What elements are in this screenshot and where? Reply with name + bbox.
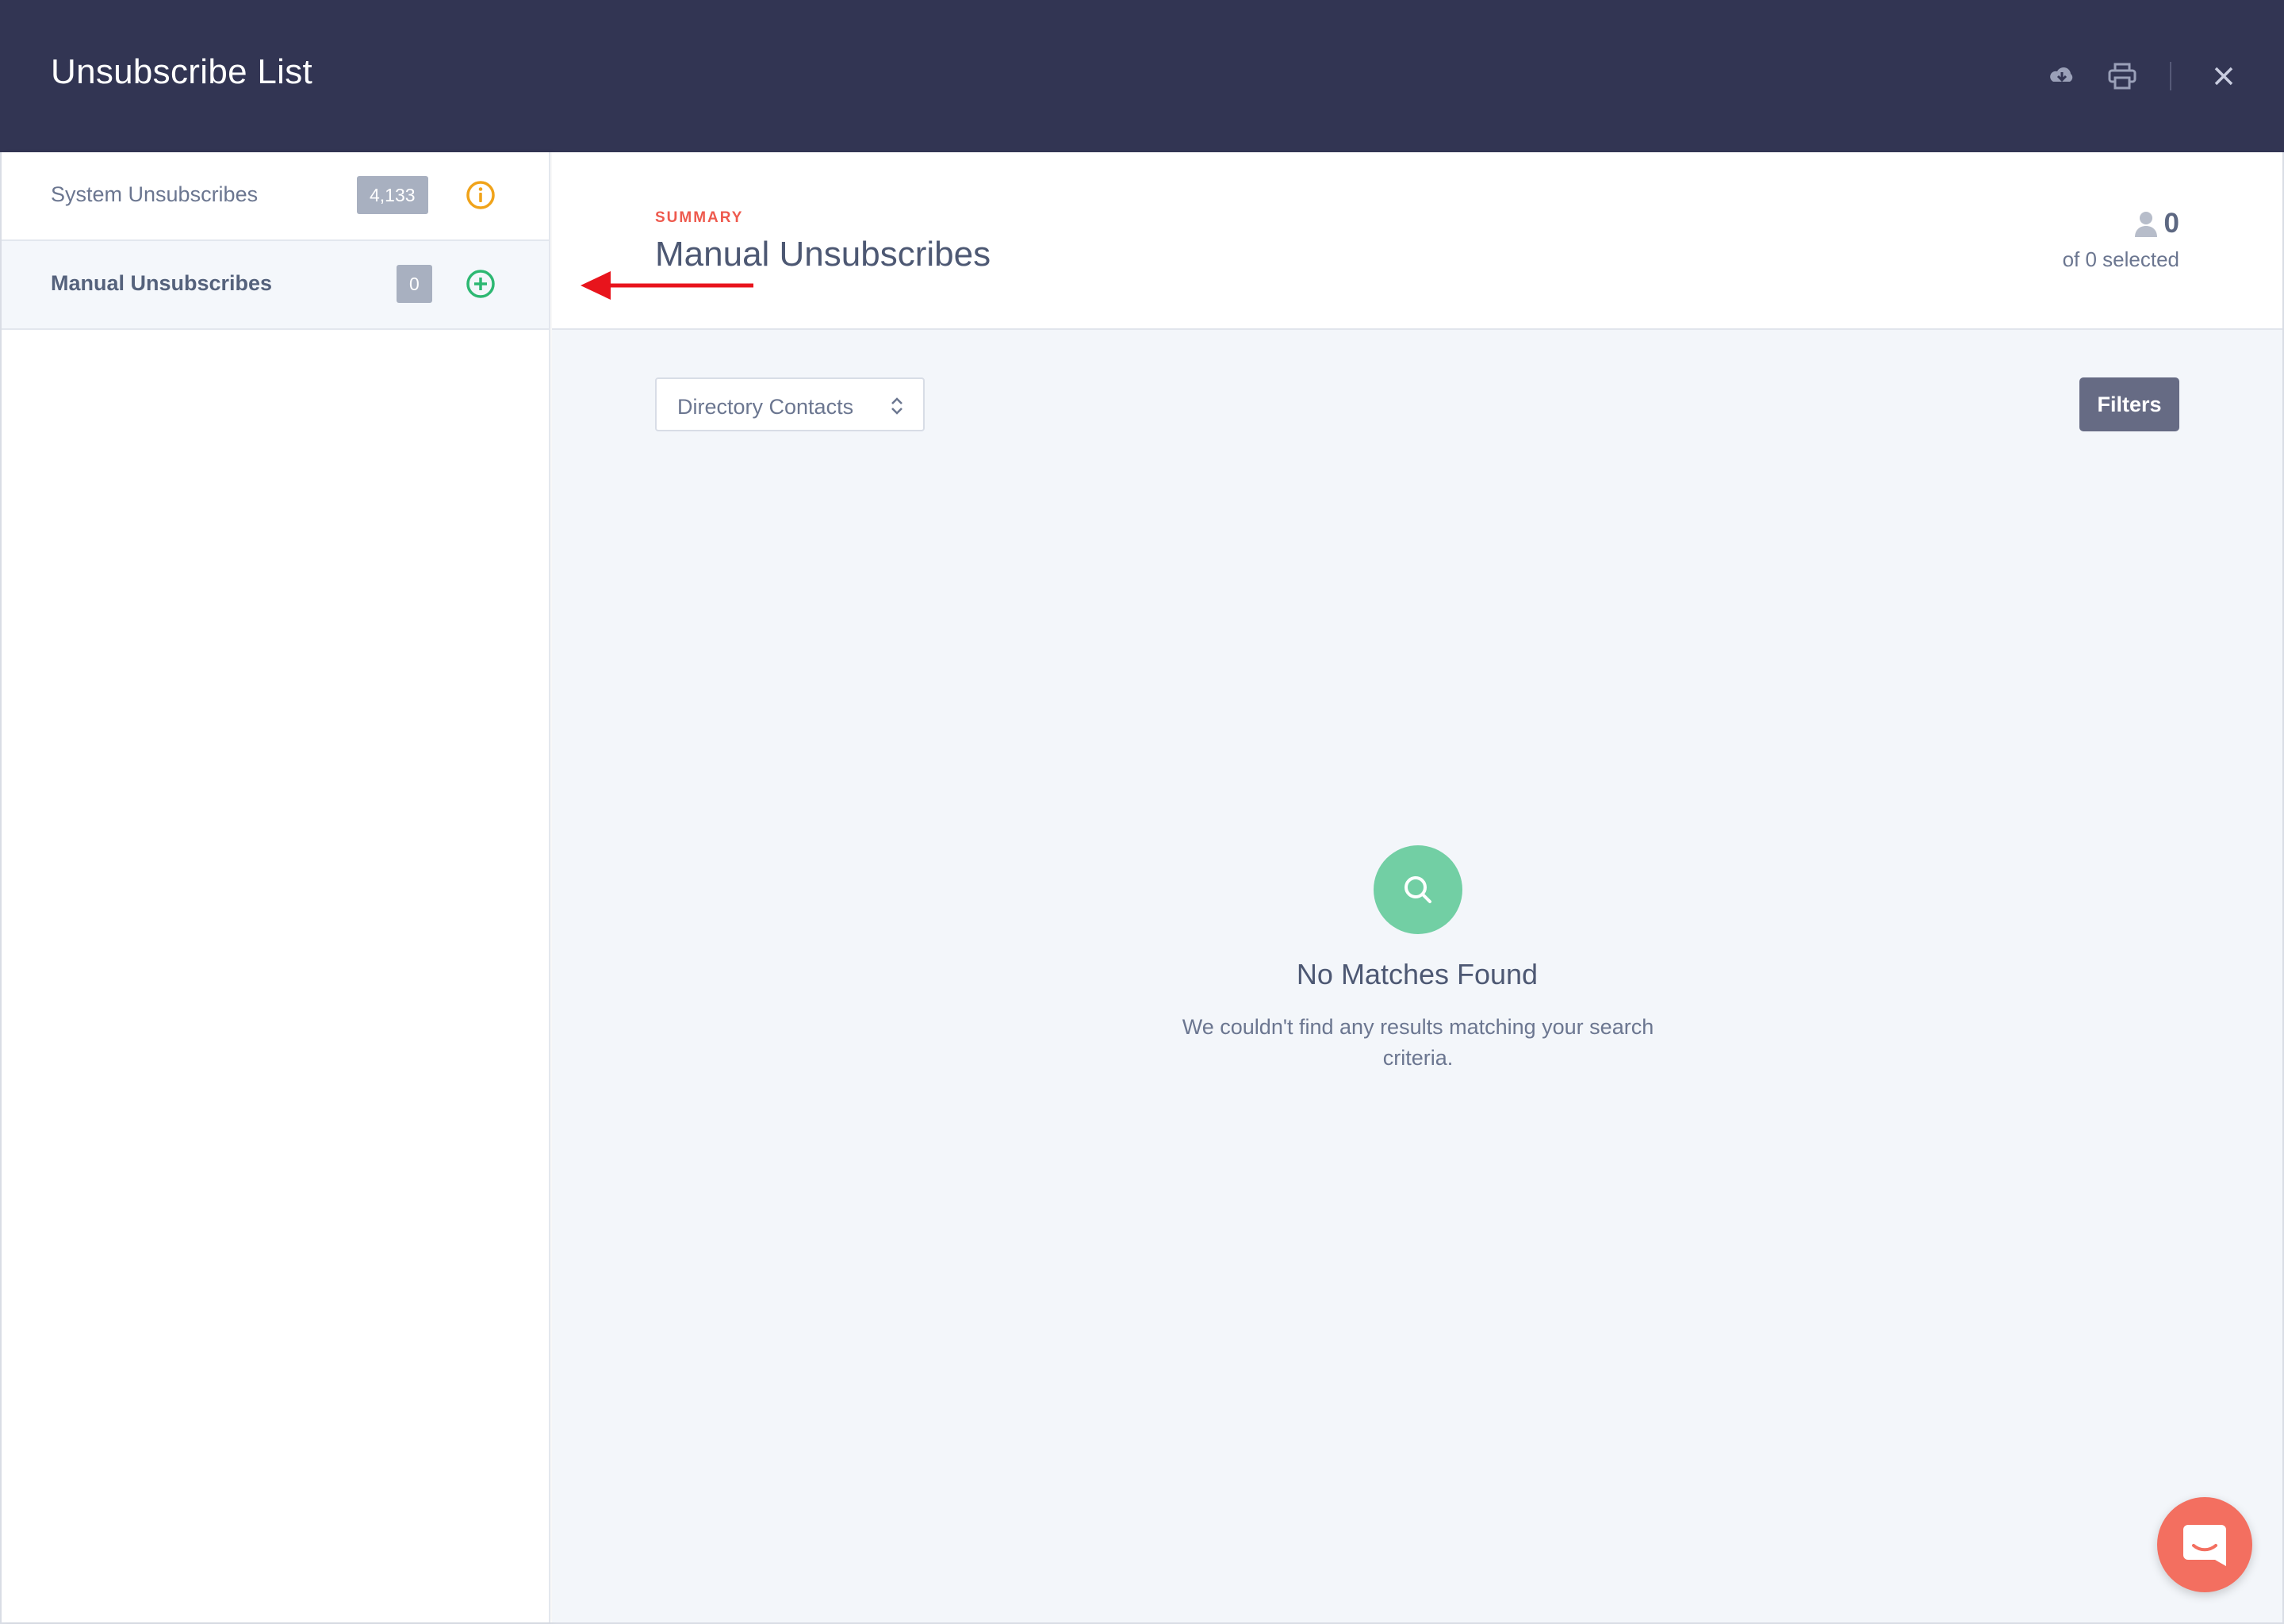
dropdown-value: Directory Contacts: [677, 395, 854, 419]
selected-count: 0: [2163, 208, 2179, 239]
header-bar: Unsubscribe List: [0, 0, 2284, 152]
sidebar: System Unsubscribes 4,133 Manual Unsubsc…: [2, 152, 550, 1622]
window-title: Unsubscribe List: [51, 52, 313, 91]
selection-subtitle: of 0 selected: [2062, 247, 2179, 271]
header-actions: [2044, 59, 2241, 94]
add-circle-icon[interactable]: [465, 268, 496, 300]
main-panel: SUMMARY Manual Unsubscribes 0 of 0 selec…: [552, 152, 2282, 1622]
filters-button[interactable]: Filters: [2079, 377, 2179, 431]
chat-widget-button[interactable]: [2157, 1497, 2252, 1592]
search-icon: [1374, 845, 1462, 934]
chevron-up-down-icon: [891, 397, 902, 415]
info-icon[interactable]: [465, 179, 496, 211]
sidebar-item-system-unsubscribes[interactable]: System Unsubscribes 4,133: [2, 152, 549, 241]
sidebar-item-label: System Unsubscribes: [51, 182, 259, 206]
annotation-arrow: [581, 271, 753, 300]
user-icon: [2134, 212, 2157, 237]
sidebar-item-manual-unsubscribes[interactable]: Manual Unsubscribes 0: [2, 241, 549, 330]
contact-type-dropdown[interactable]: Directory Contacts: [655, 377, 925, 431]
selection-count: 0: [2134, 208, 2179, 239]
empty-state-description: We couldn't find any results matching yo…: [1182, 1015, 1654, 1070]
header-divider: [2170, 62, 2171, 90]
page-title: Manual Unsubscribes: [655, 235, 991, 274]
cloud-download-icon[interactable]: [2044, 59, 2079, 94]
count-badge: 0: [397, 265, 432, 303]
empty-state-title: No Matches Found: [1296, 958, 1539, 990]
count-badge: 4,133: [357, 176, 428, 214]
summary-header: SUMMARY Manual Unsubscribes 0 of 0 selec…: [552, 152, 2282, 330]
chat-icon: [2183, 1525, 2226, 1566]
sidebar-item-label: Manual Unsubscribes: [51, 271, 273, 295]
section-label: SUMMARY: [655, 209, 744, 226]
print-icon[interactable]: [2105, 59, 2140, 94]
close-icon[interactable]: [2206, 59, 2241, 94]
